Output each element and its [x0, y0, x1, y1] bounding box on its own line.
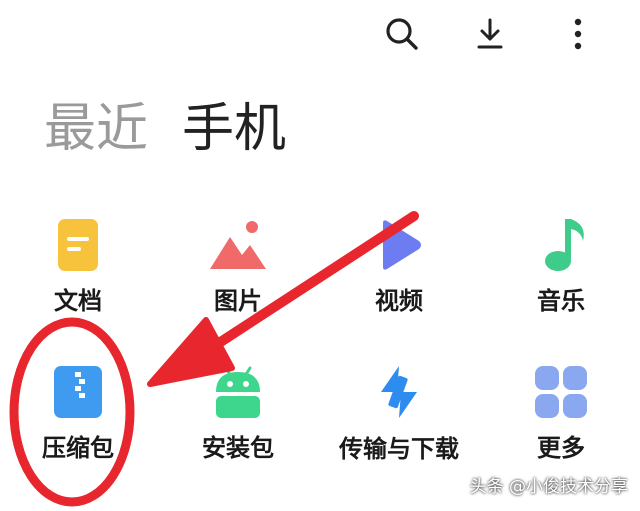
- download-icon: [477, 18, 503, 49]
- document-icon: [58, 219, 98, 271]
- category-music[interactable]: 音乐: [486, 215, 636, 345]
- android-icon: [216, 366, 260, 418]
- tab-recent[interactable]: 最近: [44, 92, 148, 166]
- category-archives[interactable]: 压缩包: [3, 362, 153, 492]
- category-label: 图片: [214, 287, 262, 315]
- archive-icon: [54, 366, 102, 418]
- category-label: 视频: [375, 287, 423, 315]
- search-icon: [386, 18, 418, 50]
- category-transfers[interactable]: 传输与下载: [324, 362, 474, 492]
- category-label: 传输与下载: [339, 435, 459, 463]
- search-button[interactable]: [382, 14, 422, 54]
- transfer-icon: [381, 366, 417, 418]
- download-button[interactable]: [470, 14, 510, 54]
- category-apks[interactable]: 安装包: [163, 362, 313, 492]
- category-label: 安装包: [202, 434, 274, 462]
- video-icon: [383, 220, 421, 270]
- more-vertical-icon: [574, 18, 582, 50]
- category-label: 压缩包: [42, 434, 114, 462]
- category-videos[interactable]: 视频: [324, 215, 474, 345]
- watermark: 头条 @小俊技术分享: [469, 477, 628, 497]
- category-label: 音乐: [537, 287, 585, 315]
- image-icon: [210, 221, 266, 269]
- music-icon: [545, 219, 584, 271]
- more-options-button[interactable]: [558, 14, 598, 54]
- category-documents[interactable]: 文档: [3, 215, 153, 345]
- category-label: 文档: [54, 287, 102, 315]
- category-label: 更多: [537, 434, 585, 462]
- grid-more-icon: [535, 366, 587, 418]
- category-images[interactable]: 图片: [163, 215, 313, 345]
- tab-phone[interactable]: 手机: [182, 92, 286, 166]
